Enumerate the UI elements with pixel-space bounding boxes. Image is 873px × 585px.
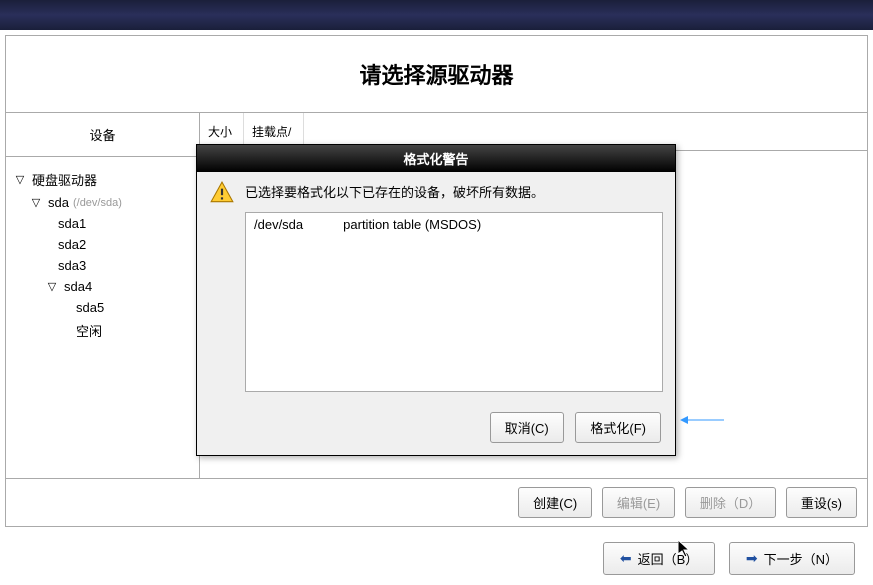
- dialog-body: 已选择要格式化以下已存在的设备，破坏所有数据。 /dev/sda partiti…: [197, 172, 675, 402]
- next-label: 下一步（N）: [764, 549, 838, 568]
- back-label: 返回（B）: [638, 549, 699, 568]
- warning-icon: [209, 180, 235, 206]
- tree-path: (/dev/sda): [73, 197, 122, 209]
- tree-root-hard-drives[interactable]: ▽ 硬盘驱动器: [14, 167, 191, 192]
- dialog-buttons: 取消(C) 格式化(F): [197, 402, 675, 455]
- page-title-section: 请选择源驱动器: [6, 36, 867, 113]
- device-path: /dev/sda: [254, 217, 303, 232]
- tree-label: 硬盘驱动器: [32, 170, 97, 189]
- device-desc: partition table (MSDOS): [343, 217, 481, 232]
- page-title: 请选择源驱动器: [6, 58, 867, 90]
- tree-item-sda1[interactable]: sda1: [14, 213, 191, 234]
- tree-item-sda5[interactable]: sda5: [14, 297, 191, 318]
- chevron-down-icon[interactable]: ▽: [46, 280, 58, 293]
- tree-item-sda2[interactable]: sda2: [14, 234, 191, 255]
- tree-label: sda: [48, 195, 69, 210]
- chevron-down-icon[interactable]: ▽: [14, 173, 26, 186]
- create-button[interactable]: 创建(C): [518, 487, 592, 518]
- tree-label: sda3: [58, 258, 86, 273]
- tree-item-sda3[interactable]: sda3: [14, 255, 191, 276]
- dialog-message: 已选择要格式化以下已存在的设备，破坏所有数据。: [245, 180, 544, 201]
- cancel-button[interactable]: 取消(C): [490, 412, 564, 443]
- tree-label: sda1: [58, 216, 86, 231]
- tree-body: ▽ 硬盘驱动器 ▽ sda (/dev/sda) sda1 sda2 sda3: [6, 157, 199, 353]
- chevron-down-icon[interactable]: ▽: [30, 196, 42, 209]
- tree-header: 设备: [6, 113, 199, 157]
- window-title-bar: [0, 0, 873, 30]
- nav-bar: ⬅ 返回（B） ➡ 下一步（N）: [0, 532, 873, 585]
- arrow-right-icon: ➡: [746, 550, 758, 567]
- format-warning-dialog: 格式化警告 已选择要格式化以下已存在的设备，破坏所有数据。 /dev/sda p…: [196, 144, 676, 456]
- toolbar: 创建(C) 编辑(E) 删除（D） 重设(s): [6, 478, 867, 526]
- arrow-left-icon: ⬅: [620, 550, 632, 567]
- dialog-device-list: /dev/sda partition table (MSDOS): [245, 212, 663, 392]
- tree-item-sda[interactable]: ▽ sda (/dev/sda): [14, 192, 191, 213]
- tree-label: sda5: [76, 300, 104, 315]
- reset-button[interactable]: 重设(s): [786, 487, 857, 518]
- tree-label: sda2: [58, 237, 86, 252]
- list-item: /dev/sda partition table (MSDOS): [254, 217, 654, 232]
- dialog-title: 格式化警告: [197, 145, 675, 172]
- device-tree-panel: 设备 ▽ 硬盘驱动器 ▽ sda (/dev/sda) sda1 sda2: [6, 113, 200, 478]
- tree-item-sda4[interactable]: ▽ sda4: [14, 276, 191, 297]
- tree-label: 空闲: [76, 321, 102, 340]
- back-button[interactable]: ⬅ 返回（B）: [603, 542, 715, 575]
- format-button[interactable]: 格式化(F): [575, 412, 661, 443]
- edit-button: 编辑(E): [602, 487, 675, 518]
- tree-item-free[interactable]: 空闲: [14, 318, 191, 343]
- next-button[interactable]: ➡ 下一步（N）: [729, 542, 855, 575]
- delete-button: 删除（D）: [685, 487, 776, 518]
- tree-label: sda4: [64, 279, 92, 294]
